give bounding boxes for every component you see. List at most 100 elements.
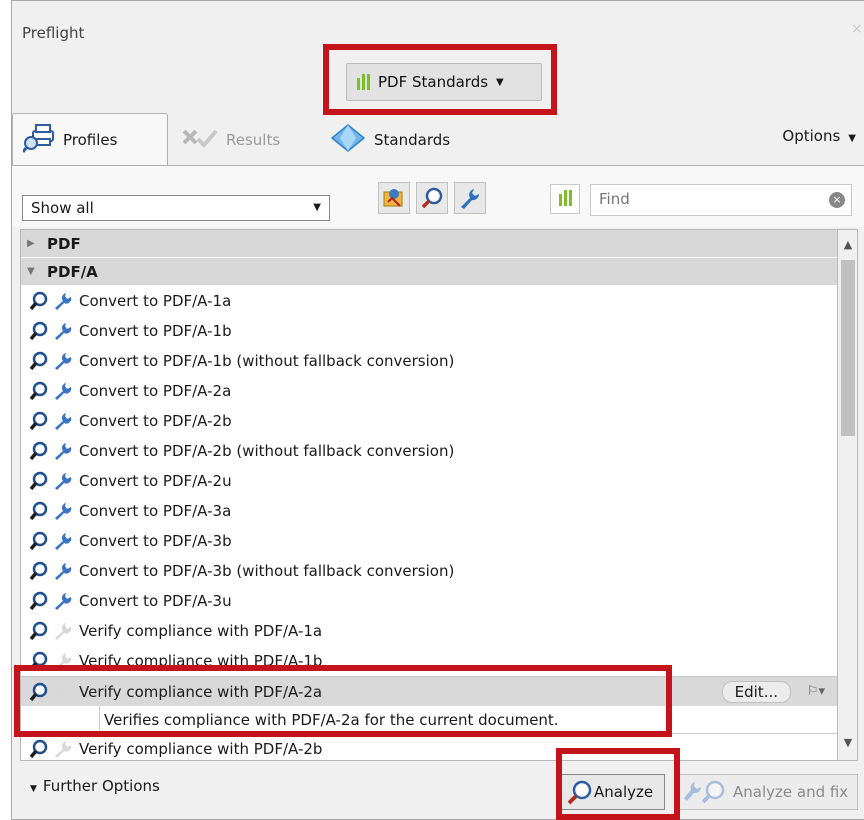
list-item-label: Convert to PDF/A-1b	[79, 322, 232, 340]
close-icon[interactable]: ×	[851, 21, 864, 49]
magnifier-icon	[29, 682, 49, 702]
list-item[interactable]: Convert to PDF/A-3a	[21, 496, 837, 526]
chevron-down-icon: ▼	[313, 202, 321, 213]
list-item-label: Verify compliance with PDF/A-2a	[79, 682, 323, 701]
wrench-icon	[53, 471, 73, 491]
wrench-icon	[53, 291, 73, 311]
wrench-icon	[53, 321, 73, 341]
group-label: PDF	[47, 234, 81, 253]
clear-search-icon[interactable]: ×	[829, 192, 845, 208]
toolbar: Show all ▼ ×	[12, 165, 864, 227]
list-item-label: Convert to PDF/A-3b	[79, 532, 232, 550]
wrench-icon	[53, 501, 73, 521]
list-item-label: Convert to PDF/A-3a	[79, 502, 232, 520]
wrench-icon	[53, 591, 73, 611]
list-item-label: Convert to PDF/A-2u	[79, 472, 232, 490]
analyze-and-fix-button[interactable]: Analyze and fix	[678, 774, 858, 810]
wrench-icon	[53, 381, 73, 401]
flag-dropdown-icon[interactable]: ⚐▾	[807, 684, 825, 699]
list-item[interactable]: Verify compliance with PDF/A-1a	[21, 616, 837, 646]
magnifier-icon	[29, 441, 49, 461]
list-item-label: Convert to PDF/A-1a	[79, 292, 232, 310]
magnifier-icon	[29, 291, 49, 311]
results-icon	[180, 125, 220, 155]
group-pdf[interactable]: ▶ PDF	[21, 230, 837, 258]
printer-magnifier-icon	[21, 123, 57, 157]
list-item[interactable]: Convert to PDF/A-2b (without fallback co…	[21, 436, 837, 466]
list-item[interactable]: Convert to PDF/A-1b (without fallback co…	[21, 346, 837, 376]
scroll-up-icon[interactable]: ▲	[838, 238, 858, 258]
wrench-icon	[53, 411, 73, 431]
list-item-label: Convert to PDF/A-2b (without fallback co…	[79, 442, 455, 460]
list-item[interactable]: Convert to PDF/A-2a	[21, 376, 837, 406]
tab-profiles-label: Profiles	[63, 130, 118, 149]
list-item-label: Convert to PDF/A-1b (without fallback co…	[79, 352, 455, 370]
magnifier-icon	[29, 381, 49, 401]
list-item[interactable]: Convert to PDF/A-3b (without fallback co…	[21, 556, 837, 586]
wrench-magnifier-icon	[684, 780, 725, 804]
wrench-icon	[53, 531, 73, 551]
tab-standards[interactable]: Standards	[322, 117, 492, 163]
further-options-label: Further Options	[42, 777, 160, 795]
title-bar: Preflight ×	[12, 1, 864, 63]
wrench-icon	[53, 682, 73, 702]
list-item[interactable]: Convert to PDF/A-3u	[21, 586, 837, 616]
magnifier-icon	[29, 561, 49, 581]
list-item[interactable]: Convert to PDF/A-2b	[21, 406, 837, 436]
selected-item-description: Verifies compliance with PDF/A-2a for th…	[99, 706, 837, 734]
magnifier-icon	[29, 321, 49, 341]
options-label: Options	[782, 127, 841, 145]
options-menu[interactable]: Options ▼	[782, 127, 856, 145]
magnifier-icon	[29, 411, 49, 431]
chevron-down-icon: ▼	[30, 784, 37, 794]
wrench-icon	[53, 651, 73, 671]
magnifier-icon	[29, 591, 49, 611]
wrench-icon	[53, 441, 73, 461]
standards-filter-icon[interactable]	[550, 184, 580, 214]
list-item-label: Convert to PDF/A-3u	[79, 592, 232, 610]
scrollbar-thumb[interactable]	[841, 260, 855, 436]
preflight-window: Preflight × PDF Standards ▼ Profiles Res…	[11, 0, 864, 820]
tab-profiles[interactable]: Profiles	[12, 113, 168, 165]
list-item-label: Convert to PDF/A-3b (without fallback co…	[79, 562, 455, 580]
list-item[interactable]: Verify compliance with PDF/A-1b	[21, 646, 837, 676]
edit-button[interactable]: Edit...	[721, 680, 791, 703]
list-item[interactable]: Convert to PDF/A-2u	[21, 466, 837, 496]
list-item[interactable]: Convert to PDF/A-3b	[21, 526, 837, 556]
group-pdfa[interactable]: ▼ PDF/A	[21, 258, 837, 286]
analyze-button[interactable]: Analyze	[561, 774, 665, 810]
filter-select[interactable]: Show all ▼	[22, 195, 330, 221]
profile-list: ▶ PDF ▼ PDF/A Convert to PDF/A-1a Convert…	[20, 229, 838, 761]
magnifier-icon	[29, 471, 49, 491]
list-item[interactable]: Verify compliance with PDF/A-2b	[21, 734, 837, 760]
tab-results-label: Results	[226, 131, 281, 149]
list-item-label: Verify compliance with PDF/A-1a	[79, 622, 323, 640]
magnifier-icon	[29, 501, 49, 521]
further-options-toggle[interactable]: ▼ Further Options	[30, 777, 160, 795]
wrench-icon	[53, 621, 73, 641]
list-item[interactable]: Convert to PDF/A-1b	[21, 316, 837, 346]
wrench-icon	[461, 189, 480, 209]
find-input[interactable]	[591, 185, 811, 213]
bars-icon	[357, 74, 370, 90]
analyze-filter-button[interactable]	[416, 182, 448, 214]
tab-results[interactable]: Results	[172, 117, 312, 163]
find-field[interactable]: ×	[590, 184, 852, 216]
group-label: PDF/A	[47, 262, 98, 281]
magnifier-icon	[567, 780, 592, 805]
window-title: Preflight	[22, 24, 85, 42]
scroll-down-icon[interactable]: ▼	[838, 736, 858, 756]
vertical-scrollbar[interactable]: ▲ ▼	[838, 229, 858, 761]
list-item[interactable]: Convert to PDF/A-1a	[21, 286, 837, 316]
magnifier-icon	[29, 739, 49, 759]
chevron-down-icon: ▼	[848, 133, 856, 144]
profile-dropdown-button[interactable]: PDF Standards ▼	[346, 63, 542, 101]
list-item-label: Convert to PDF/A-2b	[79, 412, 232, 430]
wrench-icon	[53, 561, 73, 581]
wrench-icon	[53, 739, 73, 759]
magnifier-icon	[421, 187, 443, 209]
list-item-selected[interactable]: Verify compliance with PDF/A-2a Edit... ⚐▾	[21, 676, 837, 706]
profile-filter-button[interactable]	[378, 182, 410, 214]
fixup-filter-button[interactable]	[454, 182, 486, 214]
tab-standards-label: Standards	[374, 131, 451, 149]
